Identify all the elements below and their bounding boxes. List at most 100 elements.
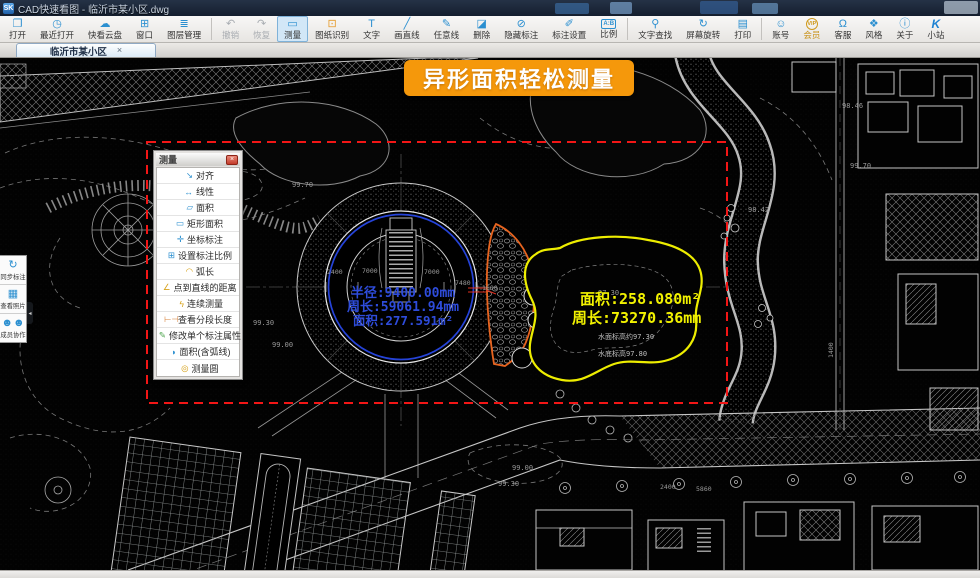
background-window-glimpse bbox=[610, 2, 632, 14]
toolbar-label: 撤销 bbox=[222, 30, 239, 41]
toolbar-button-recent[interactable]: ◷最近打开 bbox=[33, 16, 81, 42]
svg-text:水底标高97.80: 水底标高97.80 bbox=[598, 349, 647, 358]
toolbar-button-window[interactable]: ⊞窗口 bbox=[129, 16, 160, 42]
measure-item-label: 面积(含弧线) bbox=[180, 345, 231, 358]
toolbar-button-about[interactable]: ⓘ关于 bbox=[889, 16, 920, 42]
background-window-glimpse bbox=[752, 3, 778, 14]
toolbar-button-hide-annotation[interactable]: ⊘隐藏标注 bbox=[497, 16, 545, 42]
svg-text:1400: 1400 bbox=[827, 342, 835, 358]
sidebar-item-label: 成员协作 bbox=[0, 331, 25, 340]
toolbar-button-drawing-recognition[interactable]: ⊡图纸识别 bbox=[308, 16, 356, 42]
text-icon: T bbox=[368, 18, 375, 30]
rect-area-icon: ▭ bbox=[173, 218, 184, 229]
sidebar-item-view-photos[interactable]: ▦ 查看照片 bbox=[0, 285, 26, 314]
measure-item-linear[interactable]: ↔线性 bbox=[157, 184, 239, 200]
toolbar-button-account[interactable]: ☺账号 bbox=[765, 16, 796, 42]
toolbar-button-undo[interactable]: ↶撤销 bbox=[215, 16, 246, 42]
toolbar-label: 删除 bbox=[473, 30, 490, 41]
building-footprints-bottom bbox=[536, 502, 978, 570]
toolbar-label: 画直线 bbox=[394, 30, 420, 41]
toolbar-button-draw-line[interactable]: ╱画直线 bbox=[387, 16, 427, 42]
eye-slash-icon: ⊘ bbox=[517, 18, 526, 30]
toolbar-button-layers[interactable]: ≣图层管理 bbox=[160, 16, 208, 42]
toolbar-button-text[interactable]: T文字 bbox=[356, 16, 387, 42]
measure-item-continuous[interactable]: ϟ连续测量 bbox=[157, 296, 239, 312]
svg-text:99.70: 99.70 bbox=[850, 162, 871, 170]
eraser-icon: ◪ bbox=[476, 18, 486, 30]
toolbar-button-open[interactable]: ❐打开 bbox=[2, 16, 33, 42]
toolbar-button-style[interactable]: ❖风格 bbox=[858, 16, 889, 42]
measure-item-scale-setting[interactable]: ⊞设置标注比例 bbox=[157, 248, 239, 264]
redo-icon: ↷ bbox=[257, 18, 266, 30]
toolbar-button-support[interactable]: Ω客服 bbox=[827, 16, 858, 42]
toolbar-label: 任意线 bbox=[434, 30, 460, 41]
toolbar-label: 屏幕旋转 bbox=[686, 30, 720, 41]
toolbar-button-cloud-drive[interactable]: ☁快看云盘 bbox=[81, 16, 129, 42]
measure-item-edit-annotation[interactable]: ✎修改单个标注属性 bbox=[157, 328, 239, 344]
toolbar-button-freehand-line[interactable]: ✎任意线 bbox=[427, 16, 467, 42]
arc-area-icon: ◗ bbox=[166, 347, 177, 357]
toolbar-button-annotation-settings[interactable]: ✐标注设置 bbox=[545, 16, 593, 42]
sidebar-item-sync-annotation[interactable]: ↻ 同步标注 bbox=[0, 256, 26, 285]
measure-item-area[interactable]: ▱面积 bbox=[157, 200, 239, 216]
toolbar-label: 图层管理 bbox=[167, 30, 201, 41]
measure-item-label: 测量圆 bbox=[191, 362, 218, 375]
person-icon: ☺ bbox=[775, 18, 786, 30]
svg-text:1600: 1600 bbox=[482, 284, 498, 292]
toolbar-button-print[interactable]: ▤打印 bbox=[727, 16, 758, 42]
photo-icon: ▦ bbox=[8, 288, 18, 301]
measure-panel-titlebar[interactable]: 测量 × bbox=[156, 153, 240, 166]
svg-text:5860: 5860 bbox=[696, 485, 712, 493]
tab-close-icon[interactable]: × bbox=[117, 46, 122, 55]
svg-text:2400: 2400 bbox=[660, 483, 676, 491]
measure-item-segment-length[interactable]: ⊢⊣查看分段长度 bbox=[157, 312, 239, 328]
measure-item-label: 对齐 bbox=[196, 169, 214, 182]
printer-icon: ▤ bbox=[738, 18, 748, 30]
toolbar-button-text-search[interactable]: ⚲文字查找 bbox=[631, 16, 679, 42]
measure-item-coordinate[interactable]: ✛坐标标注 bbox=[157, 232, 239, 248]
document-tab[interactable]: 临沂市某小区 × bbox=[16, 43, 156, 57]
measure-panel-close-icon[interactable]: × bbox=[226, 155, 238, 165]
sidebar-item-member-collab[interactable]: ☻☻ 成员协作 bbox=[0, 314, 26, 342]
measure-item-arc-length[interactable]: ◠弧长 bbox=[157, 264, 239, 280]
measure-item-label: 连续测量 bbox=[187, 297, 223, 310]
toolbar-label: 小站 bbox=[927, 30, 944, 41]
clock-icon: ◷ bbox=[52, 18, 62, 30]
scale-setting-icon: ⊞ bbox=[164, 250, 175, 261]
rotate-icon: ↻ bbox=[699, 18, 708, 30]
sidebar-collapse-handle[interactable]: ◂ bbox=[27, 302, 33, 324]
coordinate-icon: ✛ bbox=[173, 234, 184, 245]
toolbar-button-redo[interactable]: ↷恢复 bbox=[246, 16, 277, 42]
toolbar-button-screen-rotate[interactable]: ↻屏幕旋转 bbox=[679, 16, 727, 42]
svg-text:7000: 7000 bbox=[362, 267, 378, 275]
toolbar-label: 会员 bbox=[803, 30, 820, 41]
document-tab-bar: 临沂市某小区 × bbox=[0, 43, 980, 58]
toolbar-button-ksite[interactable]: K小站 bbox=[920, 16, 951, 42]
k-logo-icon: K bbox=[932, 18, 941, 30]
measure-item-circle[interactable]: ◎测量圆 bbox=[157, 360, 239, 376]
measure-item-point-to-line[interactable]: ∠点到直线的距离 bbox=[157, 280, 239, 296]
measure-item-label: 矩形面积 bbox=[187, 217, 223, 230]
toolbar-button-measure[interactable]: ▭测量 bbox=[277, 16, 308, 42]
toolbar-button-vip[interactable]: VIP会员 bbox=[796, 16, 827, 42]
measure-item-align[interactable]: ↘对齐 bbox=[157, 168, 239, 184]
toolbar-separator bbox=[627, 18, 628, 40]
app-logo-icon: SK bbox=[3, 3, 14, 14]
promo-banner-text: 异形面积轻松测量 bbox=[423, 62, 615, 94]
pond-measurement-text: 面积:258.080m² 周长:73270.36mm bbox=[572, 290, 701, 327]
measure-panel: 测量 × ↘对齐 ↔线性 ▱面积 ▭矩形面积 ✛坐标标注 ⊞设置标注比例 ◠弧长… bbox=[153, 150, 243, 380]
arc-icon: ◠ bbox=[182, 266, 193, 277]
svg-text:99.70: 99.70 bbox=[292, 181, 313, 189]
svg-text:面积:258.080m²: 面积:258.080m² bbox=[580, 290, 700, 308]
cloud-icon: ☁ bbox=[100, 18, 111, 30]
svg-text:水面标高约97.30: 水面标高约97.30 bbox=[598, 332, 654, 341]
measure-item-label: 面积 bbox=[196, 201, 214, 214]
toolbar-label: 最近打开 bbox=[40, 30, 74, 41]
toolbar-button-scale[interactable]: A:B比例 bbox=[593, 16, 624, 42]
cad-canvas[interactable]: 99.70 99.30 99.00 98.46 99.70 98.42 99.0… bbox=[0, 58, 980, 570]
toolbar-button-delete[interactable]: ◪删除 bbox=[466, 16, 497, 42]
measure-item-rect-area[interactable]: ▭矩形面积 bbox=[157, 216, 239, 232]
toolbar-label: 风格 bbox=[865, 30, 882, 41]
align-icon: ↘ bbox=[182, 170, 193, 181]
measure-item-area-with-arc[interactable]: ◗面积(含弧线) bbox=[157, 344, 239, 360]
